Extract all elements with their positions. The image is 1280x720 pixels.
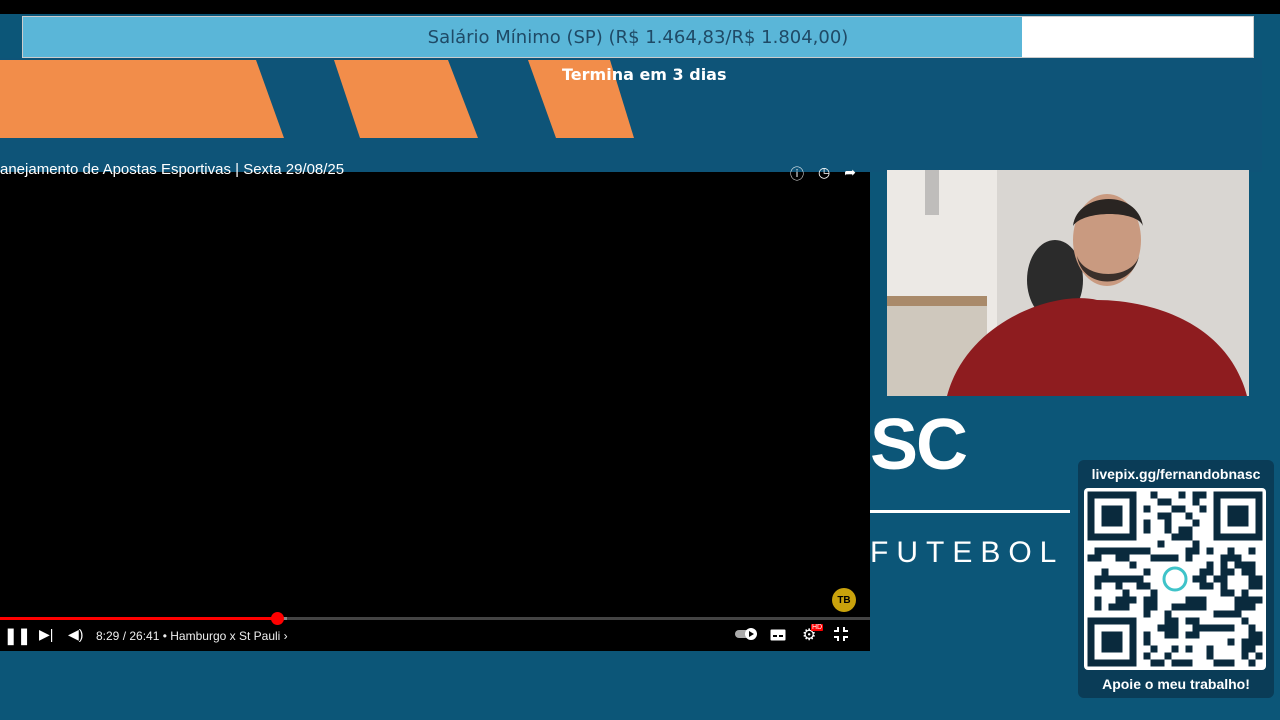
goal-ends-text: Termina em 3 dias bbox=[562, 65, 727, 84]
chapter-label[interactable]: • Hamburgo x St Pauli bbox=[163, 629, 281, 643]
exit-fullscreen-icon[interactable] bbox=[834, 627, 848, 644]
player-top-icons: ⓘ ◷ ➦ bbox=[790, 164, 856, 184]
brand-tagline: FUTEBOL bbox=[870, 536, 1065, 569]
hd-badge: HD bbox=[811, 624, 824, 631]
time-display: 8:29 / 26:41 • Hamburgo x St Pauli › bbox=[96, 629, 288, 643]
livepix-panel[interactable]: livepix.gg/fernandobnasc Apoie o meu tra… bbox=[1078, 460, 1274, 698]
webcam-feed bbox=[887, 170, 1249, 396]
goal-label: Salário Mínimo (SP) (R$ 1.464,83/R$ 1.80… bbox=[427, 26, 849, 48]
livepix-cta: Apoie o meu trabalho! bbox=[1102, 676, 1250, 692]
subtitles-icon[interactable] bbox=[770, 628, 786, 644]
autoplay-toggle-icon[interactable] bbox=[734, 627, 760, 644]
brand-logo-partial: SC bbox=[870, 405, 968, 485]
progress-played bbox=[0, 617, 277, 620]
top-black-bar bbox=[0, 0, 1280, 14]
player-controls: ❚❚ ▶| ◀) 8:29 / 26:41 • Hamburgo x St Pa… bbox=[0, 624, 870, 648]
livepix-url[interactable]: livepix.gg/fernandobnasc bbox=[1078, 466, 1274, 482]
pause-icon[interactable]: ❚❚ bbox=[4, 626, 31, 646]
time-value: 8:29 / 26:41 bbox=[96, 629, 160, 643]
share-icon[interactable]: ➦ bbox=[844, 164, 856, 184]
stream-banner: Termina em 3 dias bbox=[0, 58, 1262, 172]
channel-logo[interactable]: TB bbox=[832, 588, 856, 612]
streamer-webcam-image bbox=[887, 170, 1249, 396]
chevron-right-icon[interactable]: › bbox=[284, 629, 288, 643]
video-title[interactable]: anejamento de Apostas Esportivas | Sexta… bbox=[0, 161, 344, 178]
progress-bar[interactable] bbox=[0, 612, 870, 625]
donation-goal-bar: Salário Mínimo (SP) (R$ 1.464,83/R$ 1.80… bbox=[22, 16, 1254, 58]
next-icon[interactable]: ▶| bbox=[39, 626, 53, 643]
video-player[interactable]: anejamento de Apostas Esportivas | Sexta… bbox=[0, 161, 870, 651]
qr-code-image bbox=[1087, 491, 1263, 667]
volume-icon[interactable]: ◀) bbox=[68, 626, 83, 643]
clock-icon[interactable]: ◷ bbox=[818, 164, 830, 184]
brand-divider bbox=[870, 510, 1070, 513]
info-icon[interactable]: ⓘ bbox=[790, 164, 804, 184]
qr-code[interactable] bbox=[1084, 488, 1266, 670]
